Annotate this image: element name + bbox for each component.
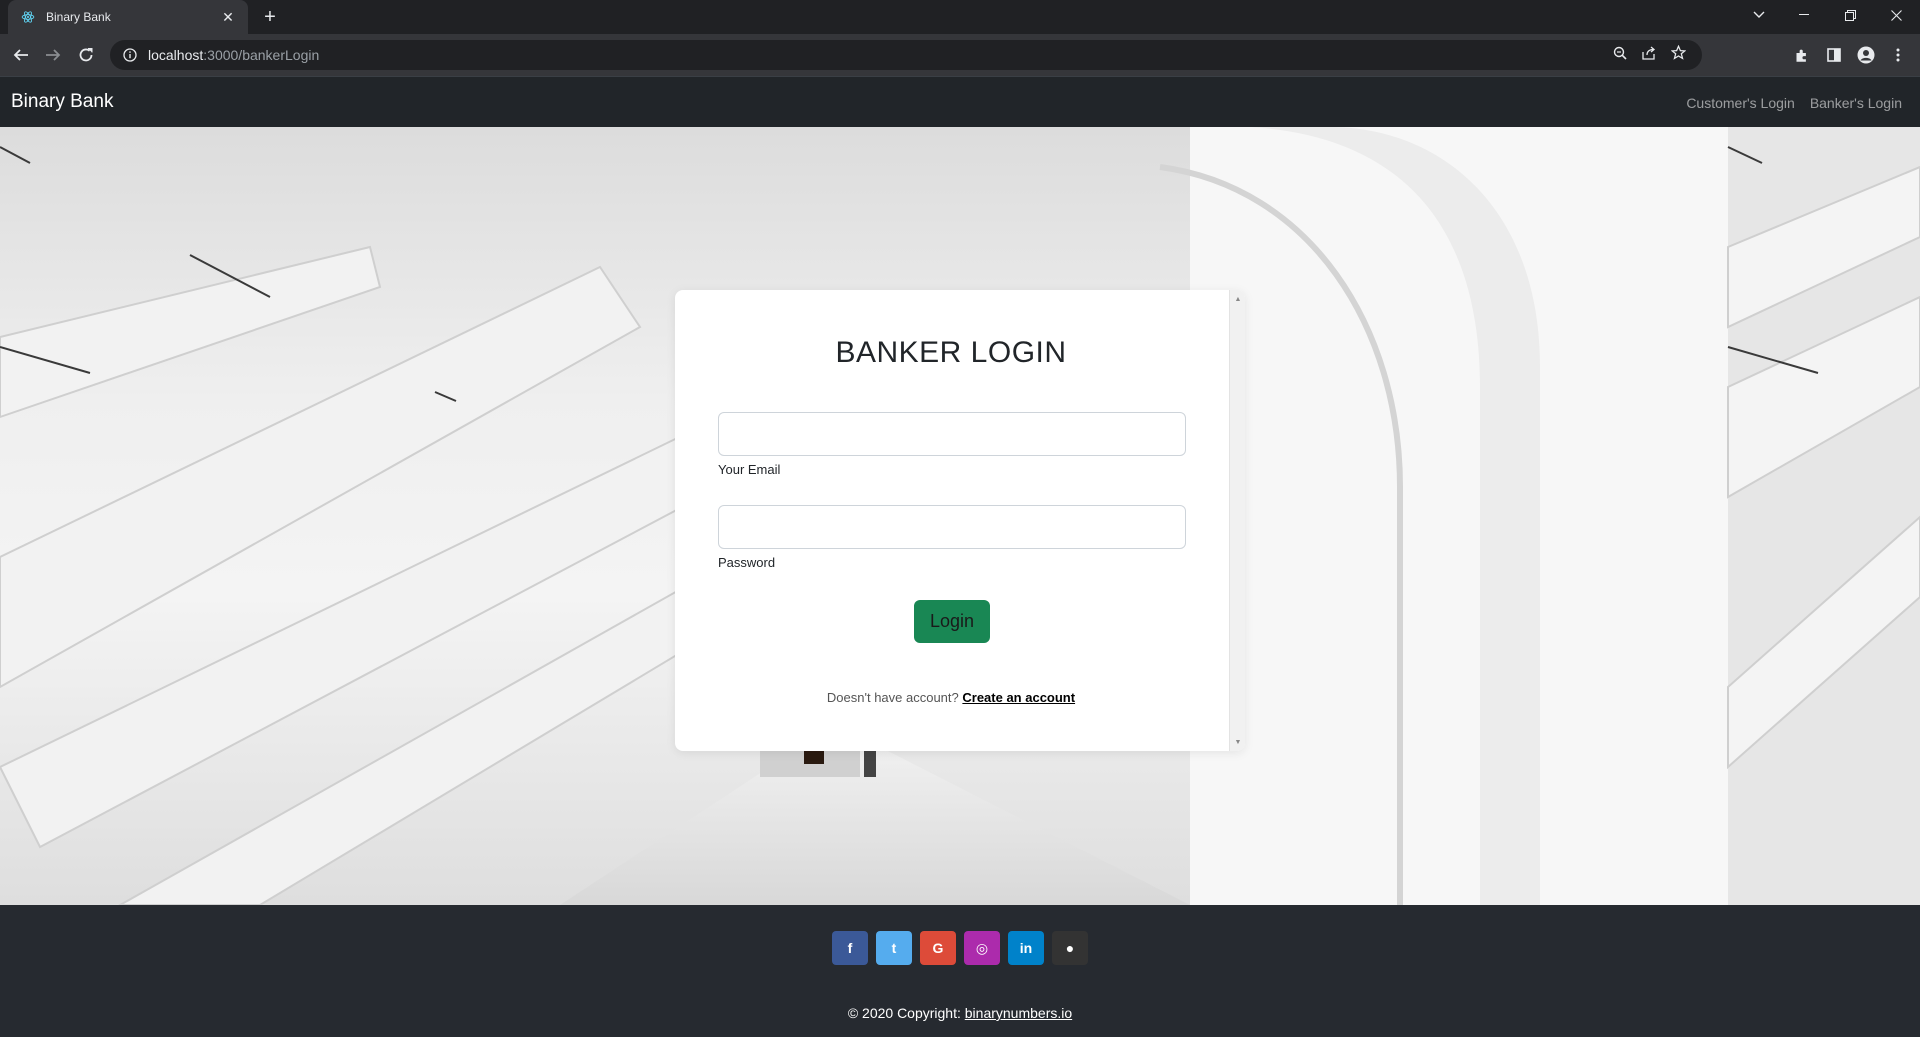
page-title: BANKER LOGIN — [835, 336, 1067, 369]
password-input[interactable] — [718, 505, 1186, 549]
extensions-puzzle-icon[interactable] — [1787, 41, 1815, 69]
nav-link-banker-login[interactable]: Banker's Login — [1810, 95, 1902, 111]
side-panel-icon[interactable] — [1820, 41, 1848, 69]
copyright: © 2020 Copyright: binarynumbers.io — [0, 1005, 1920, 1021]
reload-icon[interactable] — [72, 41, 100, 69]
url-text: localhost:3000/bankerLogin — [148, 47, 319, 63]
password-label: Password — [718, 555, 776, 570]
tab-close-icon[interactable]: ✕ — [220, 9, 236, 25]
browser-tab[interactable]: Binary Bank ✕ — [8, 0, 248, 34]
nav-links: Customer's Login Banker's Login — [1686, 95, 1902, 111]
nav-link-customer-login[interactable]: Customer's Login — [1686, 95, 1795, 111]
email-input[interactable] — [718, 412, 1186, 456]
linkedin-icon[interactable]: in — [1008, 931, 1044, 965]
app-navbar: Binary Bank Customer's Login Banker's Lo… — [0, 76, 1920, 127]
forward-arrow-icon[interactable] — [39, 41, 67, 69]
tab-title: Binary Bank — [46, 10, 111, 24]
new-tab-button[interactable]: + — [258, 5, 282, 29]
card-scrollbar[interactable]: ▲ ▼ — [1229, 290, 1245, 751]
site-info-icon[interactable] — [122, 47, 138, 63]
profile-avatar-icon[interactable] — [1852, 41, 1880, 69]
restore-icon[interactable] — [1830, 0, 1870, 30]
create-account-link[interactable]: Create an account — [962, 690, 1075, 705]
google-icon[interactable]: G — [920, 931, 956, 965]
share-icon[interactable] — [1641, 46, 1657, 65]
instagram-icon[interactable]: ◎ — [964, 931, 1000, 965]
github-icon[interactable]: ● — [1052, 931, 1088, 965]
zoom-icon[interactable] — [1613, 46, 1627, 65]
copyright-link[interactable]: binarynumbers.io — [965, 1005, 1072, 1021]
react-favicon-icon — [20, 9, 36, 25]
address-bar-actions — [1613, 40, 1687, 70]
login-button[interactable]: Login — [914, 600, 990, 643]
copyright-text: © 2020 Copyright: — [847, 1005, 965, 1021]
close-window-icon[interactable] — [1876, 0, 1916, 30]
social-links: f t G ◎ in ● — [832, 931, 1088, 965]
email-label: Your Email — [718, 462, 781, 477]
url-path: :3000/bankerLogin — [203, 47, 320, 63]
url-host: localhost — [148, 47, 204, 63]
browser-toolbar: localhost:3000/bankerLogin — [0, 34, 1920, 76]
signup-prompt: Doesn't have account? Create an account — [675, 690, 1227, 705]
minimize-icon[interactable] — [1784, 0, 1824, 30]
back-arrow-icon[interactable] — [7, 41, 35, 69]
bookmark-star-icon[interactable] — [1670, 44, 1687, 65]
scroll-up-arrow-icon[interactable]: ▲ — [1230, 292, 1246, 306]
scroll-down-arrow-icon[interactable]: ▼ — [1230, 735, 1246, 749]
browser-tab-bar: Binary Bank ✕ + — [0, 0, 1920, 34]
twitter-icon[interactable]: t — [876, 931, 912, 965]
login-card: BANKER LOGIN Your Email Password Login D… — [675, 290, 1245, 751]
address-bar[interactable]: localhost:3000/bankerLogin — [110, 40, 1702, 70]
brand-logo-text[interactable]: Binary Bank — [11, 91, 113, 113]
tab-search-icon[interactable] — [1739, 0, 1779, 30]
browser-menu-icon[interactable] — [1884, 41, 1912, 69]
hero-background: BANKER LOGIN Your Email Password Login D… — [0, 127, 1920, 905]
signup-prompt-text: Doesn't have account? — [826, 690, 963, 705]
facebook-icon[interactable]: f — [832, 931, 868, 965]
page-footer: f t G ◎ in ● © 2020 Copyright: binarynum… — [0, 905, 1920, 1037]
